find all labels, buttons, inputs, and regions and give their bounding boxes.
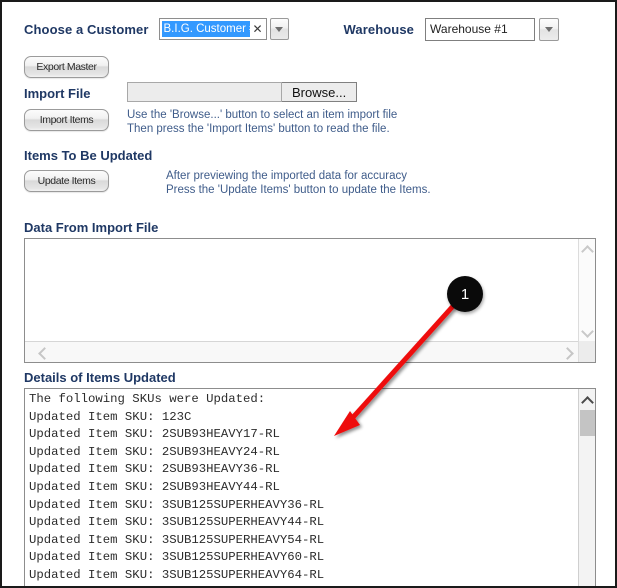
details-scrollbar-thumb[interactable] — [579, 410, 595, 436]
data-from-import-file-box[interactable] — [24, 238, 596, 363]
export-master-button[interactable]: Export Master — [24, 56, 109, 78]
update-hint-line-2: Press the 'Update Items' button to updat… — [166, 184, 431, 196]
choose-customer-label: Choose a Customer — [24, 21, 149, 37]
chevron-up-icon[interactable] — [582, 398, 593, 405]
update-items-button[interactable]: Update Items — [24, 170, 109, 192]
warehouse-dropdown-button[interactable] — [539, 17, 560, 41]
chevron-left-icon[interactable] — [39, 347, 48, 358]
import-hint: Use the 'Browse...' button to select an … — [127, 108, 397, 136]
customer-input[interactable]: B.I.G. Customer #:1 ✕ — [158, 18, 267, 40]
warehouse-combobox[interactable]: Warehouse #1 — [425, 17, 560, 41]
import-hint-line-1: Use the 'Browse...' button to select an … — [127, 109, 398, 121]
import-items-page: Choose a Customer B.I.G. Customer #:1 ✕ … — [0, 0, 617, 588]
customer-dropdown-button[interactable] — [269, 18, 289, 40]
import-hint-line-2: Then press the 'Import Items' button to … — [127, 123, 390, 135]
scrollbar-corner — [578, 341, 595, 362]
callout-badge-1: 1 — [447, 276, 483, 312]
details-vertical-scrollbar[interactable] — [578, 389, 595, 586]
data-from-import-file-label: Data From Import File — [24, 220, 159, 235]
update-hint-line-1: After previewing the imported data for a… — [166, 170, 407, 182]
import-items-button[interactable]: Import Items — [24, 109, 109, 131]
customer-selected-value: B.I.G. Customer #:1 — [161, 21, 250, 37]
import-file-input[interactable] — [127, 82, 282, 102]
customer-combobox[interactable]: B.I.G. Customer #:1 ✕ — [158, 18, 289, 40]
chevron-down-icon — [275, 26, 284, 32]
items-to-be-updated-label: Items To Be Updated — [24, 148, 153, 163]
warehouse-label: Warehouse — [343, 21, 415, 37]
import-file-label: Import File — [24, 86, 91, 101]
chevron-up-icon[interactable] — [582, 247, 593, 254]
warehouse-selected-value[interactable]: Warehouse #1 — [425, 17, 536, 41]
chevron-down-icon[interactable] — [582, 327, 593, 334]
details-of-items-updated-label: Details of Items Updated — [24, 370, 176, 385]
details-of-items-updated-box[interactable]: The following SKUs were Updated: Updated… — [24, 388, 596, 586]
data-horizontal-scrollbar[interactable] — [25, 341, 595, 362]
browse-button[interactable]: Browse... — [282, 82, 358, 102]
customer-warehouse-row: Choose a Customer B.I.G. Customer #:1 ✕ … — [2, 13, 615, 45]
import-file-picker[interactable]: Browse... — [127, 82, 358, 102]
details-text-content: The following SKUs were Updated: Updated… — [29, 392, 325, 586]
chevron-down-icon — [545, 26, 554, 32]
chevron-right-icon[interactable] — [562, 347, 571, 358]
update-hint: After previewing the imported data for a… — [166, 169, 431, 197]
close-x-icon[interactable]: ✕ — [253, 23, 263, 35]
